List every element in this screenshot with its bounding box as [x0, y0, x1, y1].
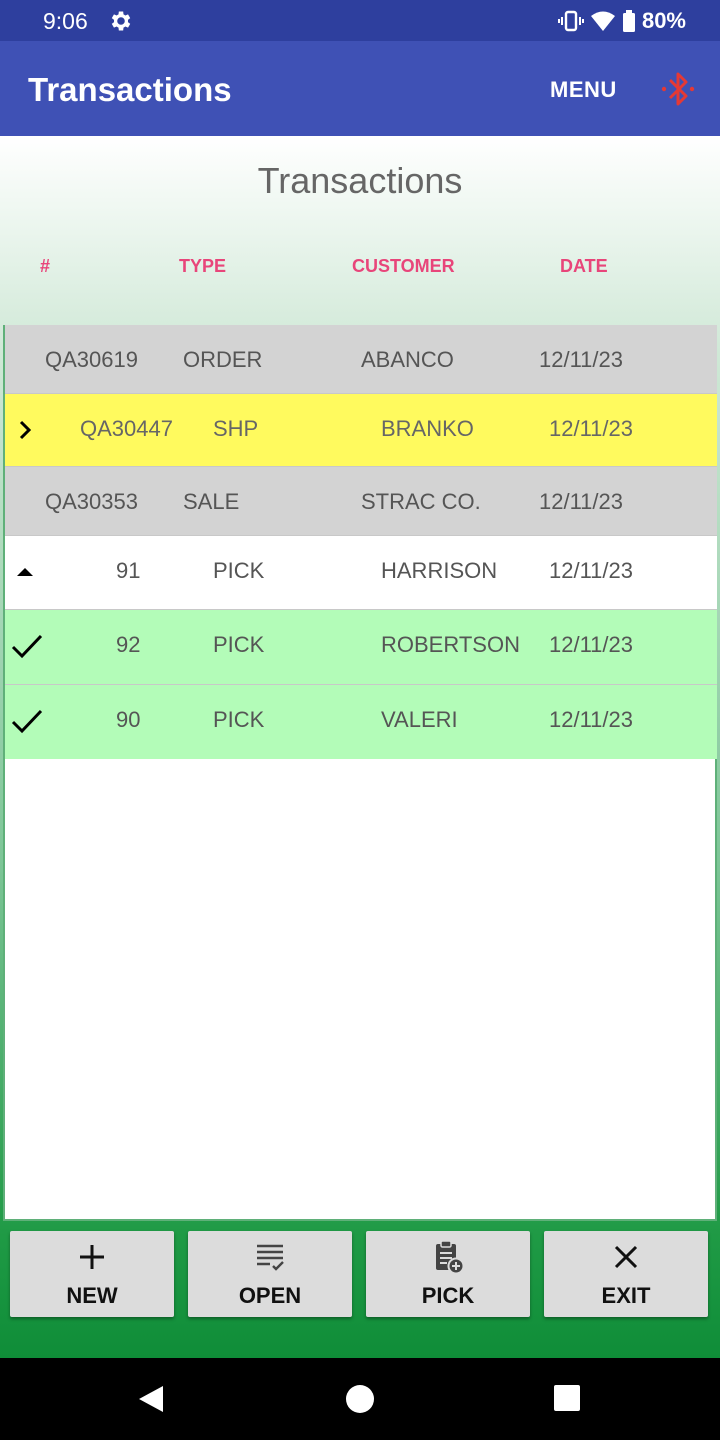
- row-type: PICK: [213, 558, 265, 583]
- column-header-number: #: [40, 256, 51, 276]
- status-time: 9:06: [43, 8, 88, 34]
- table-row[interactable]: 92 PICK ROBERTSON 12/11/23: [5, 610, 717, 685]
- row-customer: STRAC CO.: [361, 489, 481, 514]
- menu-button[interactable]: MENU: [550, 77, 617, 103]
- table-row[interactable]: QA30353 SALE STRAC CO. 12/11/23: [5, 467, 717, 536]
- table-row[interactable]: 90 PICK VALERI 12/11/23: [5, 685, 717, 759]
- open-button[interactable]: OPEN: [188, 1231, 352, 1317]
- settings-gear-icon: [111, 11, 131, 31]
- row-date: 12/11/23: [549, 632, 634, 657]
- row-customer: BRANKO: [381, 416, 474, 441]
- page-heading: Transactions: [257, 160, 463, 201]
- triangle-up-icon: [17, 568, 33, 576]
- new-button[interactable]: NEW: [10, 1231, 174, 1317]
- row-customer: HARRISON: [381, 558, 498, 583]
- open-button-label: OPEN: [238, 1283, 302, 1308]
- row-date: 12/11/23: [549, 558, 634, 583]
- status-indicators: 80%: [557, 8, 686, 34]
- row-number: QA30447: [80, 416, 173, 441]
- pick-button[interactable]: PICK: [366, 1231, 530, 1317]
- list-check-icon: [257, 1244, 284, 1271]
- vibrate-icon: [557, 10, 584, 32]
- row-customer: ROBERTSON: [381, 632, 520, 657]
- row-date: 12/11/23: [539, 347, 624, 372]
- status-bar: 9:06 80%: [0, 0, 720, 41]
- close-icon: [614, 1245, 638, 1269]
- plus-icon: [80, 1245, 104, 1269]
- row-customer: ABANCO: [361, 347, 454, 372]
- row-number: QA30353: [45, 489, 138, 514]
- row-number: 92: [116, 632, 141, 657]
- row-customer: VALERI: [381, 707, 458, 732]
- row-number: 90: [116, 707, 141, 732]
- pick-button-label: PICK: [421, 1283, 475, 1308]
- row-type: SALE: [183, 489, 240, 514]
- column-header-customer: CUSTOMER: [352, 256, 455, 276]
- exit-button-label: EXIT: [601, 1283, 651, 1308]
- new-button-label: NEW: [66, 1283, 118, 1308]
- row-type: SHP: [213, 416, 259, 441]
- checkmark-icon: [11, 709, 43, 734]
- clipboard-add-icon: [436, 1240, 465, 1275]
- row-number: 91: [116, 558, 141, 583]
- row-number: QA30619: [45, 347, 138, 372]
- exit-button[interactable]: EXIT: [544, 1231, 708, 1317]
- app-title: Transactions: [28, 71, 232, 108]
- table-row[interactable]: 91 PICK HARRISON 12/11/23: [5, 536, 717, 610]
- column-header-type: TYPE: [179, 256, 227, 276]
- row-type: PICK: [213, 632, 265, 657]
- main-content: Transactions # TYPE CUSTOMER DATE QA3061…: [0, 136, 720, 1358]
- row-date: 12/11/23: [549, 416, 634, 441]
- navigation-bar: [0, 1358, 720, 1440]
- app-bar: Transactions MENU: [0, 41, 720, 136]
- row-date: 12/11/23: [549, 707, 634, 732]
- row-type: PICK: [213, 707, 265, 732]
- battery-icon: [622, 10, 635, 32]
- battery-percent: 80%: [641, 8, 686, 33]
- chevron-right-icon: [19, 420, 32, 440]
- checkmark-icon: [11, 634, 43, 659]
- row-date: 12/11/23: [539, 489, 624, 514]
- row-type: ORDER: [183, 347, 263, 372]
- table-row[interactable]: QA30619 ORDER ABANCO 12/11/23: [5, 325, 717, 394]
- action-buttons: NEW OPEN PICK EXIT: [10, 1231, 710, 1317]
- wifi-icon: [590, 11, 615, 31]
- transactions-list[interactable]: QA30619 ORDER ABANCO 12/11/23 QA30447 SH…: [3, 325, 717, 1221]
- recent-apps-icon[interactable]: [554, 1385, 580, 1411]
- column-header-date: DATE: [560, 256, 608, 276]
- bluetooth-icon[interactable]: [660, 69, 696, 109]
- back-icon[interactable]: [137, 1384, 165, 1414]
- home-icon[interactable]: [346, 1385, 374, 1413]
- table-row-selected[interactable]: QA30447 SHP BRANKO 12/11/23: [5, 394, 717, 467]
